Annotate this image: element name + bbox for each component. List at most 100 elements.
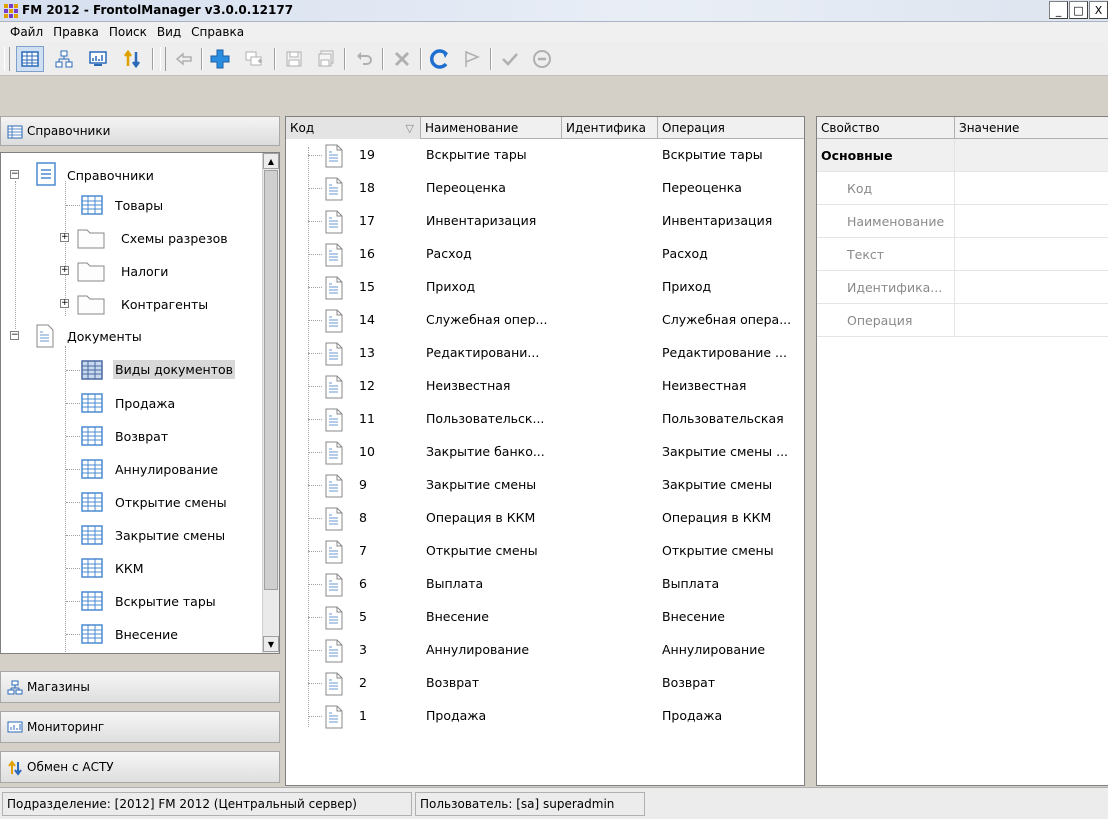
save-button[interactable]	[280, 46, 308, 72]
stores-panel-button[interactable]: Магазины	[0, 671, 280, 703]
scroll-down-button[interactable]: ▼	[263, 636, 279, 652]
table-row[interactable]: 1 Продажа Продажа	[286, 700, 804, 733]
monitoring-panel-button[interactable]: Мониторинг	[0, 711, 280, 743]
back-button[interactable]	[170, 46, 198, 72]
save-all-button[interactable]	[312, 46, 340, 72]
tree-item-label: Продажа	[115, 396, 176, 411]
tree-item-label: Вскрытие тары	[115, 594, 216, 609]
close-button[interactable]: X	[1089, 1, 1108, 19]
tree-item-label: ККМ	[115, 561, 144, 576]
row-connector	[308, 518, 322, 519]
tree-scrollbar[interactable]: ▲ ▼	[262, 153, 279, 653]
grid-view-button[interactable]	[16, 46, 44, 72]
property-category-main[interactable]: Основные	[817, 139, 1108, 172]
table-row[interactable]: 14 Служебная опер... Служебная опера...	[286, 304, 804, 337]
tree-item-label: Контрагенты	[121, 297, 209, 312]
exchange-panel-button[interactable]: Обмен с АСТУ	[0, 751, 280, 783]
table-row[interactable]: 8 Операция в ККМ Операция в ККМ	[286, 502, 804, 535]
property-row-text[interactable]: Текст	[817, 238, 1108, 271]
table-row[interactable]: 7 Открытие смены Открытие смены	[286, 535, 804, 568]
monitoring-view-button[interactable]	[84, 46, 112, 72]
table-row[interactable]: 10 Закрытие банко... Закрытие смены ...	[286, 436, 804, 469]
expand-toggle[interactable]: +	[60, 233, 69, 242]
scroll-thumb[interactable]	[264, 170, 278, 590]
toolbar-separator	[344, 48, 346, 70]
cell-operation: Пользовательская	[662, 411, 784, 426]
toolbar-grip-2[interactable]	[160, 47, 166, 71]
cell-operation: Редактирование ...	[662, 345, 787, 360]
column-header-code[interactable]: Код ▽	[286, 117, 421, 139]
table-row[interactable]: 17 Инвентаризация Инвентаризация	[286, 205, 804, 238]
properties-panel[interactable]: Свойство Значение Основные Код Наименова…	[816, 116, 1108, 786]
column-header-name[interactable]: Наименование	[421, 117, 562, 139]
column-header-identifier[interactable]: Идентифика	[562, 117, 658, 139]
menu-file[interactable]: Файл	[5, 25, 48, 39]
add-button[interactable]	[206, 46, 234, 72]
document-icon	[325, 375, 343, 399]
property-row-name[interactable]: Наименование	[817, 205, 1108, 238]
document-types-grid[interactable]: Код ▽ Наименование Идентифика Операция 19…	[285, 116, 805, 786]
cell-name: Служебная опер...	[426, 312, 548, 327]
cancel-button[interactable]	[528, 46, 556, 72]
catalog-tree[interactable]: − Справочники Товары + Схемы разрезов + …	[0, 152, 280, 654]
exchange-view-button[interactable]	[118, 46, 146, 72]
menu-help[interactable]: Справка	[186, 25, 249, 39]
cell-code: 14	[359, 312, 375, 327]
tree-item-label: Внесение	[115, 627, 178, 642]
undo-button[interactable]	[350, 46, 378, 72]
delete-button[interactable]	[388, 46, 416, 72]
grid-view-icon	[21, 51, 39, 67]
tree-item-label: Открытие смены	[115, 495, 227, 510]
title-bar: FM 2012 - FrontolManager v3.0.0.12177 _ …	[0, 0, 1108, 22]
add-plus-icon	[210, 49, 230, 69]
refresh-button[interactable]	[426, 46, 454, 72]
apply-button[interactable]	[496, 46, 524, 72]
stores-view-button[interactable]	[50, 46, 78, 72]
property-row-operation[interactable]: Операция	[817, 304, 1108, 337]
scroll-up-button[interactable]: ▲	[263, 153, 279, 169]
check-icon	[502, 53, 518, 66]
maximize-button[interactable]: □	[1069, 1, 1088, 19]
expand-toggle[interactable]: +	[60, 299, 69, 308]
menu-edit[interactable]: Правка	[48, 25, 104, 39]
row-connector	[308, 683, 322, 684]
row-connector	[308, 716, 322, 717]
table-row[interactable]: 3 Аннулирование Аннулирование	[286, 634, 804, 667]
property-row-identifier[interactable]: Идентифика...	[817, 271, 1108, 304]
status-bar: Подразделение: [2012] FM 2012 (Центральн…	[0, 787, 1108, 819]
column-header-operation[interactable]: Операция	[658, 117, 804, 139]
table-row[interactable]: 2 Возврат Возврат	[286, 667, 804, 700]
expand-toggle[interactable]: +	[60, 266, 69, 275]
minimize-button[interactable]: _	[1049, 1, 1068, 19]
table-icon	[81, 459, 103, 479]
flag-button[interactable]	[458, 46, 486, 72]
table-row[interactable]: 13 Редактировани... Редактирование ...	[286, 337, 804, 370]
cell-code: 13	[359, 345, 375, 360]
table-row[interactable]: 16 Расход Расход	[286, 238, 804, 271]
copy-add-button[interactable]	[240, 46, 268, 72]
toolbar-separator	[152, 48, 154, 70]
table-row[interactable]: 11 Пользовательск... Пользовательская	[286, 403, 804, 436]
toolbar-grip[interactable]	[4, 47, 10, 71]
menu-view[interactable]: Вид	[152, 25, 186, 39]
menu-search[interactable]: Поиск	[104, 25, 152, 39]
table-row[interactable]: 5 Внесение Внесение	[286, 601, 804, 634]
cell-code: 5	[359, 609, 367, 624]
table-row[interactable]: 12 Неизвестная Неизвестная	[286, 370, 804, 403]
document-icon	[325, 144, 343, 168]
document-icon	[325, 309, 343, 333]
table-row[interactable]: 19 Вскрытие тары Вскрытие тары	[286, 139, 804, 172]
table-row[interactable]: 18 Переоценка Переоценка	[286, 172, 804, 205]
column-header-property[interactable]: Свойство	[817, 117, 955, 139]
property-row-code[interactable]: Код	[817, 172, 1108, 205]
table-icon	[81, 360, 103, 380]
table-row[interactable]: 6 Выплата Выплата	[286, 568, 804, 601]
collapse-toggle[interactable]: −	[10, 170, 19, 179]
column-header-value[interactable]: Значение	[955, 117, 1108, 139]
table-row[interactable]: 15 Приход Приход	[286, 271, 804, 304]
collapse-toggle[interactable]: −	[10, 331, 19, 340]
row-connector	[308, 551, 322, 552]
tree-item-label: Документы	[67, 329, 142, 344]
table-row[interactable]: 9 Закрытие смены Закрытие смены	[286, 469, 804, 502]
catalogs-panel-header[interactable]: Справочники	[0, 116, 280, 146]
